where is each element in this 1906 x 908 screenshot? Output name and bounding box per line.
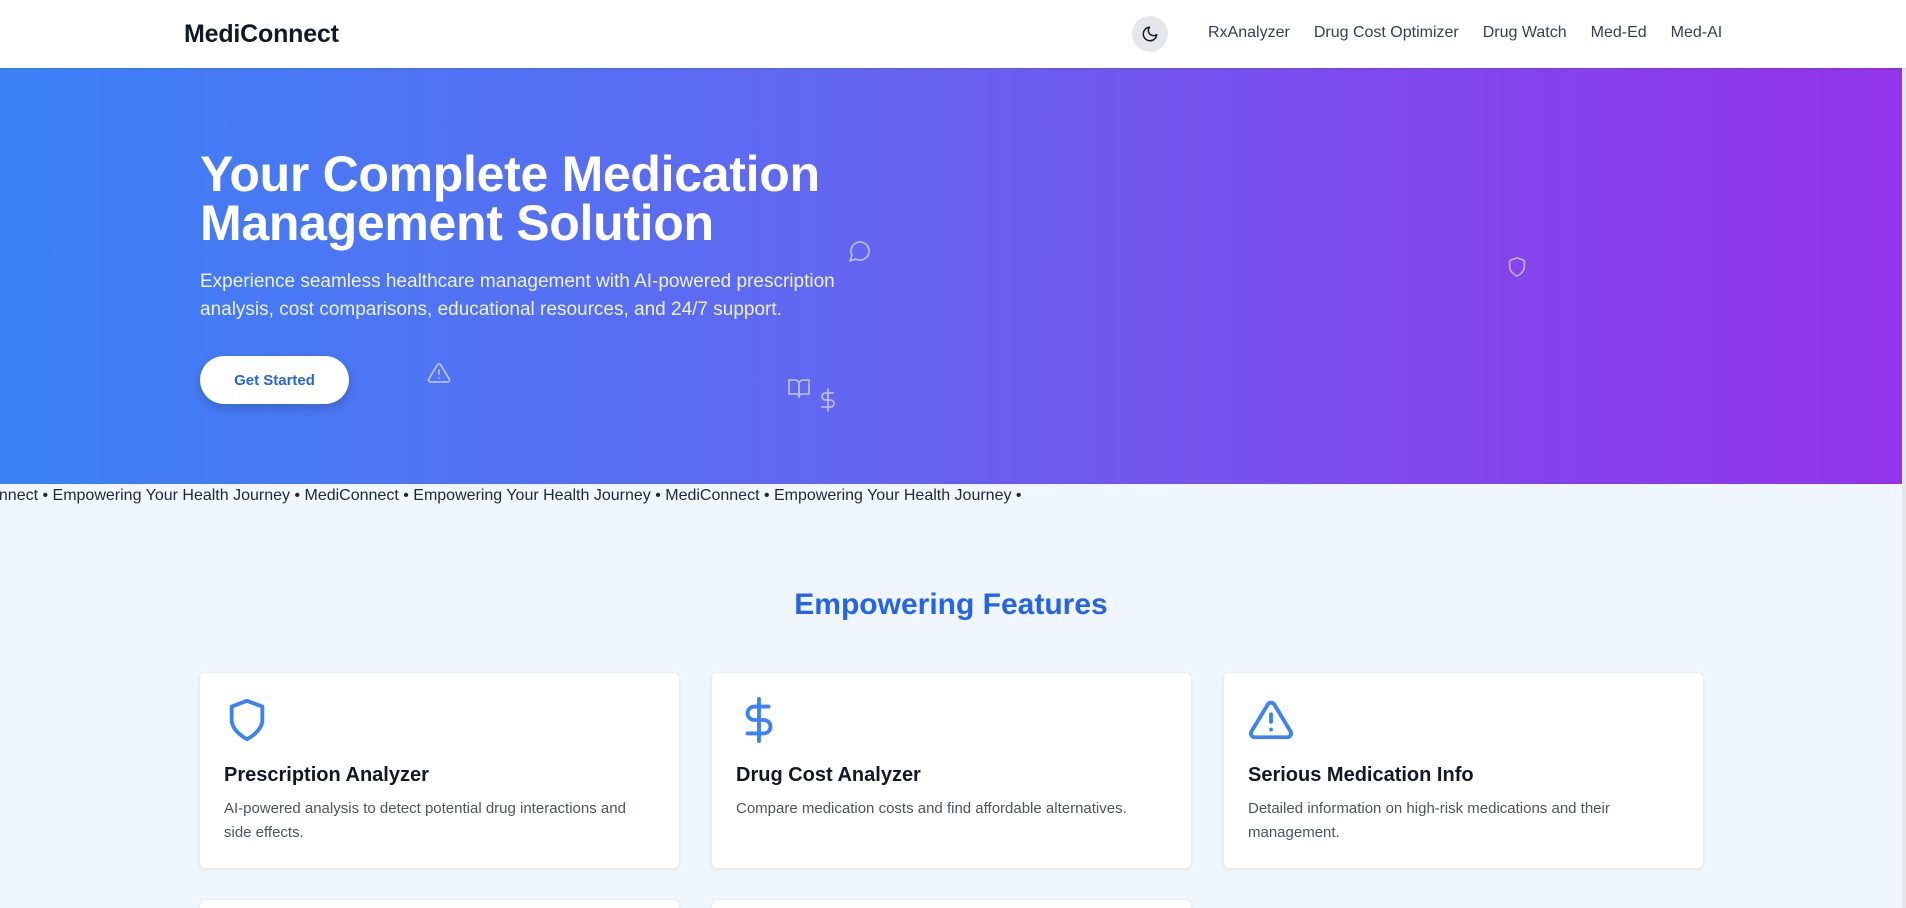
feature-card-description: Compare medication costs and find afford…: [736, 800, 1127, 817]
moon-icon: [1142, 26, 1158, 42]
theme-toggle-button[interactable]: [1132, 16, 1168, 52]
dollar-icon: [745, 697, 773, 743]
feature-card-prescription-analyzer[interactable]: Prescription Analyzer AI-powered analysi…: [200, 673, 679, 868]
nav-drug-cost-optimizer[interactable]: Drug Cost Optimizer: [1314, 24, 1459, 42]
feature-card-title: Serious Medication Info: [1248, 764, 1474, 786]
feature-card-title: Drug Cost Analyzer: [736, 764, 921, 786]
top-header: MediConnect RxAnalyzer Drug Cost Optimiz…: [0, 0, 1906, 68]
warning-icon: [1249, 700, 1293, 740]
features-title: Empowering Features: [794, 588, 1108, 621]
feature-card-description: Detailed information on high-risk medica…: [1248, 800, 1610, 841]
feature-card-description: AI-powered analysis to detect potential …: [224, 800, 626, 841]
marquee-banner: onnect • Empowering Your Health Journey …: [0, 487, 1022, 504]
get-started-button[interactable]: Get Started: [200, 356, 349, 404]
nav-rxanalyzer[interactable]: RxAnalyzer: [1208, 24, 1290, 42]
book-icon: [788, 379, 810, 398]
hero-section: Your Complete Medication Management Solu…: [0, 68, 1902, 484]
chat-icon: [849, 241, 870, 262]
dollar-icon: [821, 388, 835, 412]
feature-card-next-row: [712, 900, 1191, 908]
nav-drug-watch[interactable]: Drug Watch: [1483, 24, 1567, 42]
nav-med-ed[interactable]: Med-Ed: [1591, 24, 1647, 42]
brand-logo[interactable]: MediConnect: [184, 20, 339, 49]
hero-subtitle: Experience seamless healthcare managemen…: [200, 271, 835, 320]
feature-card-next-row: [200, 900, 679, 908]
hero-title: Your Complete Medication Management Solu…: [200, 146, 820, 251]
shield-icon: [1508, 257, 1526, 277]
feature-card-serious-medication-info[interactable]: Serious Medication Info Detailed informa…: [1224, 673, 1703, 868]
page: MediConnect RxAnalyzer Drug Cost Optimiz…: [0, 0, 1906, 908]
feature-card-drug-cost-analyzer[interactable]: Drug Cost Analyzer Compare medication co…: [712, 673, 1191, 868]
scrollbar[interactable]: [1902, 0, 1906, 908]
main-nav: RxAnalyzer Drug Cost Optimizer Drug Watc…: [1208, 24, 1746, 42]
nav-med-ai[interactable]: Med-AI: [1671, 24, 1723, 42]
warning-icon: [427, 363, 451, 383]
feature-card-title: Prescription Analyzer: [224, 764, 429, 786]
shield-icon: [229, 698, 265, 742]
